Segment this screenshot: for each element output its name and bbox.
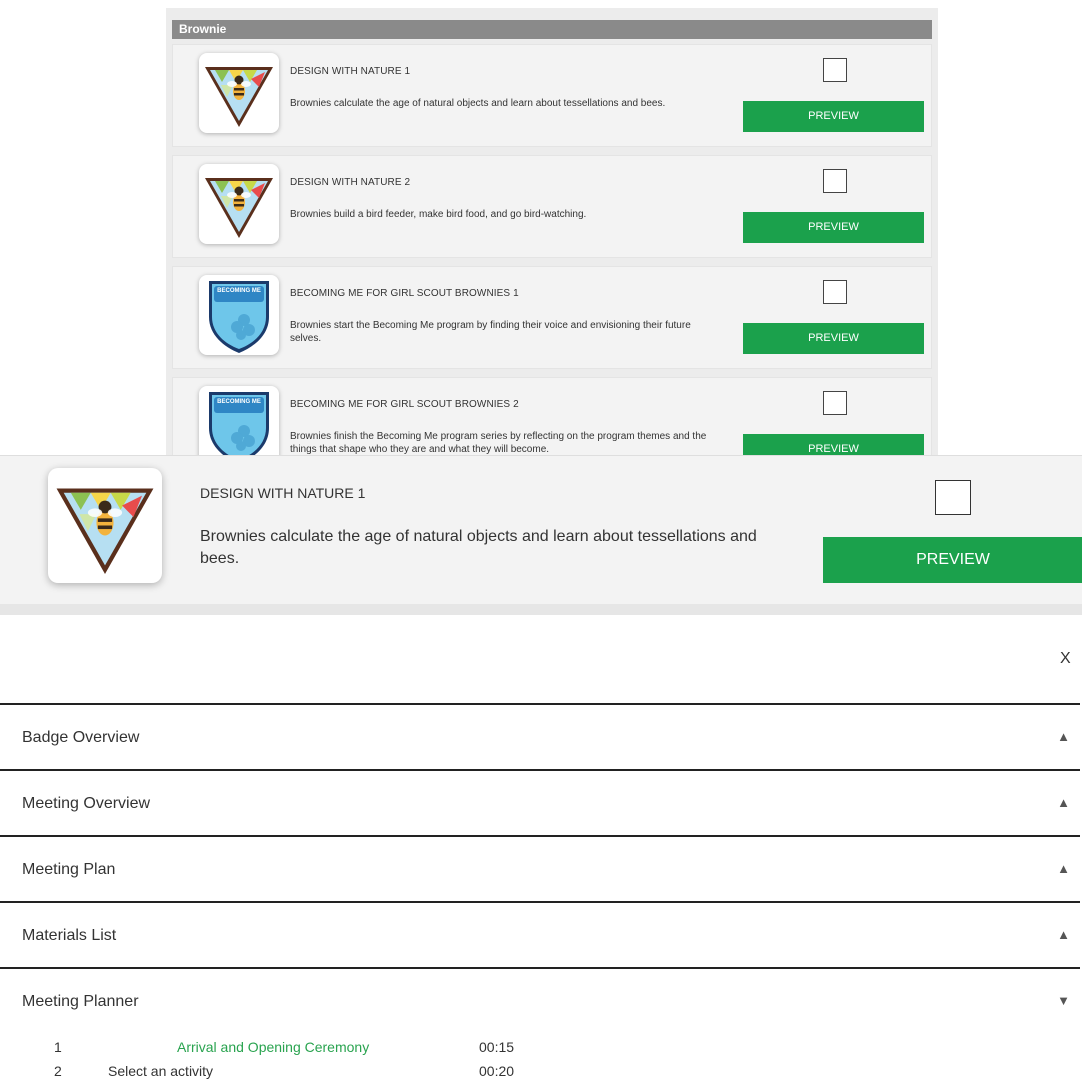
badge-card: BECOMING ME BECOMING ME FOR GIRL SCOUT B… (172, 266, 932, 369)
design-with-nature-badge-icon (48, 468, 162, 583)
badge-text: BECOMING ME (217, 288, 261, 294)
card-description: Brownies start the Becoming Me program b… (290, 320, 691, 344)
becoming-me-badge-icon: BECOMING ME (199, 275, 279, 355)
card-title: BECOMING ME FOR GIRL SCOUT BROWNIES 1 (290, 288, 519, 299)
card-description: Brownies finish the Becoming Me program … (290, 431, 707, 455)
badge-card: DESIGN WITH NATURE 2 Brownies build a bi… (172, 155, 932, 258)
collapse-arrow-icon: ▲ (1057, 927, 1070, 942)
planner-row-number: 1 (54, 1039, 62, 1055)
planner-activity-link[interactable]: Arrival and Opening Ceremony (177, 1039, 369, 1055)
card-title: DESIGN WITH NATURE 1 (200, 485, 366, 501)
collapse-arrow-icon: ▲ (1057, 861, 1070, 876)
group-header: Brownie (172, 20, 932, 39)
card-description: Brownies calculate the age of natural ob… (200, 528, 757, 567)
select-checkbox[interactable] (823, 280, 847, 304)
planner-activity-select[interactable]: Select an activity (108, 1063, 213, 1079)
select-checkbox[interactable] (823, 391, 847, 415)
planner-row: 2 Select an activity 00:20 (0, 1063, 700, 1083)
badge-card: DESIGN WITH NATURE 1 Brownies calculate … (172, 44, 932, 147)
badge-list-panel: Brownie DESIGN WITH NATURE 1 Brownies ca… (166, 8, 938, 460)
becoming-me-badge-icon: BECOMING ME (199, 386, 279, 460)
card-divider (0, 604, 1082, 615)
card-title: DESIGN WITH NATURE 1 (290, 66, 411, 77)
preview-button[interactable]: PREVIEW (743, 101, 924, 132)
collapse-arrow-icon: ▲ (1057, 795, 1070, 810)
design-with-nature-badge-icon (199, 53, 279, 133)
accordion-meeting-plan[interactable]: Meeting Plan ▲ (0, 835, 1080, 901)
accordion-label: Meeting Plan (22, 861, 116, 878)
planner-row-number: 2 (54, 1063, 62, 1079)
preview-button[interactable]: PREVIEW (743, 323, 924, 354)
planner-duration: 00:20 (479, 1063, 515, 1079)
card-title: DESIGN WITH NATURE 2 (290, 177, 411, 188)
badge-text: BECOMING ME (217, 399, 261, 405)
card-title: BECOMING ME FOR GIRL SCOUT BROWNIES 2 (290, 399, 519, 410)
preview-button[interactable]: PREVIEW (743, 212, 924, 243)
preview-button[interactable]: PREVIEW (823, 537, 1082, 583)
accordion-badge-overview[interactable]: Badge Overview ▲ (0, 703, 1080, 769)
accordion-label: Meeting Planner (22, 993, 139, 1010)
badge-card: BECOMING ME BECOMING ME FOR GIRL SCOUT B… (172, 377, 932, 460)
card-description: Brownies build a bird feeder, make bird … (290, 209, 587, 220)
collapse-arrow-icon: ▲ (1057, 729, 1070, 744)
accordion-label: Meeting Overview (22, 795, 151, 812)
accordion-materials-list[interactable]: Materials List ▲ (0, 901, 1080, 967)
expand-arrow-icon: ▼ (1057, 993, 1070, 1008)
accordion-label: Materials List (22, 927, 117, 944)
accordion-meeting-overview[interactable]: Meeting Overview ▲ (0, 769, 1080, 835)
planner-duration: 00:15 (479, 1039, 515, 1055)
close-button[interactable]: X (1060, 650, 1071, 668)
card-description: Brownies calculate the age of natural ob… (290, 98, 666, 109)
design-with-nature-badge-icon (199, 164, 279, 244)
select-checkbox[interactable] (823, 169, 847, 193)
planner-row: 1 Arrival and Opening Ceremony 00:15 (0, 1039, 700, 1059)
accordion-meeting-planner[interactable]: Meeting Planner ▼ (0, 967, 1080, 1033)
accordion-label: Badge Overview (22, 729, 140, 746)
select-checkbox[interactable] (823, 58, 847, 82)
selected-badge-card: DESIGN WITH NATURE 1 Brownies calculate … (0, 455, 1082, 615)
select-checkbox[interactable] (935, 480, 971, 515)
